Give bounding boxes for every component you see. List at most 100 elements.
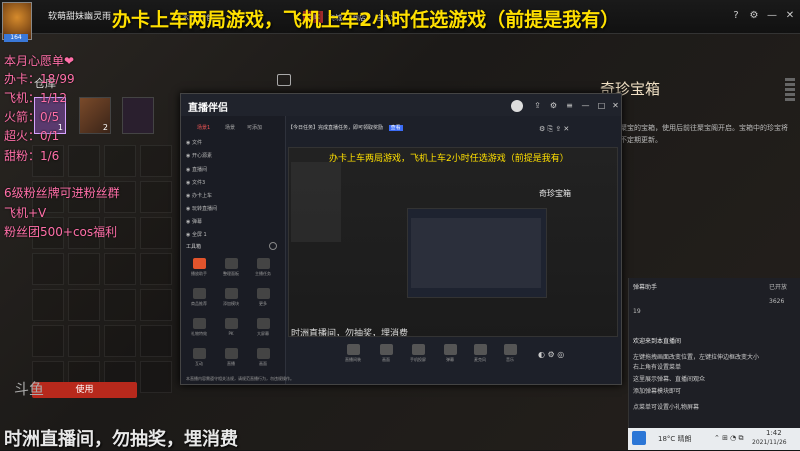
chat-message: 欢迎来到本直播间 (633, 338, 682, 345)
task-icon (256, 258, 270, 269)
settings-icon[interactable]: ⚙ (549, 101, 558, 110)
stream-preview[interactable]: 办卡上车两局游戏，飞机上车2小时任选游戏（前提是我有） 奇珍宝箱 时洲直播间，勿… (288, 147, 618, 337)
source-row[interactable]: ◉ 弹幕 (186, 217, 281, 227)
empty-slot[interactable] (68, 145, 100, 177)
cos-welfare-note: 粉丝团500+cos福利 (4, 225, 118, 239)
stream-subtitle: 时洲直播间，勿抽奖，埋消费 (4, 429, 238, 450)
tab-addable[interactable]: 可添加 (247, 124, 262, 131)
source-row[interactable]: ◉ 全屏 1 (186, 230, 281, 240)
notice-button[interactable]: 查看 (388, 125, 403, 131)
taskbar: 18°C 晴朗 ⌃ ⊞ ◔ ⧉ 1:42 2021/11/26 (628, 428, 800, 450)
source-row[interactable]: ◉ 玩转直播间 (186, 204, 281, 214)
empty-slot[interactable] (32, 253, 64, 285)
empty-slot[interactable] (68, 325, 100, 357)
like-count: 3626 (769, 298, 785, 305)
bottom-toolbar: 直播间装 画面 手机投屏 弹幕 麦克风 音乐 ◐ ⚙ ◎ (288, 344, 618, 370)
play-helper-icon (192, 258, 206, 269)
app-titlebar: 直播伴侣 ⇪ ⚙ ≡ — □ ✕ (181, 94, 621, 116)
fan-group-note: 6级粉丝牌可进粉丝群 (4, 186, 120, 200)
chat-message: 点菜单可设置小礼物屏幕 (633, 404, 700, 411)
source-label: 全屏 1 (191, 232, 207, 238)
source-row[interactable]: ◉ 开心源素 (186, 151, 281, 161)
plane-vip-note: 飞机+V (4, 206, 47, 220)
tool-button[interactable]: 直播间装 (343, 344, 363, 368)
empty-slot[interactable] (32, 325, 64, 357)
empty-slot[interactable] (140, 361, 172, 393)
tool-button[interactable]: 更多 (253, 288, 273, 312)
source-row[interactable]: ◉ 直播间 (186, 165, 281, 175)
empty-slot[interactable] (140, 289, 172, 321)
tool-button[interactable]: 大屏幕 (253, 318, 273, 342)
tool-button[interactable]: 互动 (189, 348, 209, 372)
volume-controls[interactable]: ◐ ⚙ ◎ (538, 350, 564, 359)
close-icon[interactable]: ✕ (784, 10, 796, 22)
tool-button[interactable]: 画面 (376, 344, 396, 368)
use-button[interactable]: 使用 (32, 382, 137, 398)
help-icon[interactable]: ? (730, 10, 742, 22)
source-row[interactable]: ◉ 文件 (186, 138, 281, 148)
empty-slot[interactable] (140, 325, 172, 357)
empty-slot[interactable] (140, 253, 172, 285)
menu-icon[interactable]: ≡ (565, 101, 574, 110)
maximize-icon[interactable]: □ (597, 101, 606, 110)
empty-slot[interactable] (68, 289, 100, 321)
tool-button[interactable]: 添加模块 (221, 288, 241, 312)
tool-button[interactable]: 整理面板 (221, 258, 241, 282)
source-row[interactable]: ◉ 文件3 (186, 178, 281, 188)
tray-icons[interactable]: ⌃ ⊞ ◔ ⧉ (714, 434, 744, 443)
empty-slot[interactable] (104, 145, 136, 177)
tool-button[interactable]: 麦克风 (470, 344, 490, 368)
share-icon[interactable]: ⇪ (533, 101, 542, 110)
source-label: 玩转直播间 (191, 206, 217, 212)
chat-title: 弹幕助手 (633, 284, 658, 291)
empty-slot[interactable] (140, 181, 172, 213)
empty-slot[interactable] (140, 217, 172, 249)
minimize-icon[interactable]: — (766, 10, 778, 22)
phone-cast-icon (411, 344, 425, 355)
preview-tools: ⚙ ⎘ ⇪ ✕ (539, 125, 570, 133)
tool-button[interactable]: 礼物特效 (189, 318, 209, 342)
tool-button[interactable]: 主播任务 (253, 258, 273, 282)
chat-panel: 弹幕助手 已开放 3626 19 欢迎来到本直播间 左键拖拽画面改变位置，左键拉… (628, 278, 800, 428)
treasure-box-description: 聚宝的宝箱，使用后前往聚宝阁开启。宝箱中的珍宝将不定期更新。 (620, 124, 788, 144)
collapse-icon[interactable] (269, 242, 277, 250)
minimize-icon[interactable]: — (581, 101, 590, 110)
empty-slot[interactable] (104, 325, 136, 357)
empty-slot[interactable] (68, 253, 100, 285)
tool-button[interactable]: 手机投屏 (408, 344, 428, 368)
chat-status[interactable]: 已开放 (769, 282, 787, 291)
footer-notice: 本直播内容需遵守相关法规，请规范直播行为，勿违规操作。 (186, 376, 294, 381)
tool-button[interactable]: 弹幕 (440, 344, 460, 368)
screen-icon (379, 344, 393, 355)
player-name: 软萌甜妹幽灵雨 (48, 12, 112, 22)
tools-title: 工具箱 (186, 244, 202, 250)
settings-icon[interactable]: ⚙ (748, 10, 760, 22)
tool-button[interactable]: 音乐 (500, 344, 520, 368)
tool-button[interactable]: PK (221, 318, 241, 342)
empty-slot[interactable] (32, 289, 64, 321)
nested-preview (411, 218, 541, 288)
source-label: 开心源素 (191, 153, 212, 159)
more-icon (256, 288, 270, 299)
decoration-icon (346, 344, 360, 355)
tool-button[interactable]: 播放助手 (189, 258, 209, 282)
empty-slot[interactable] (104, 253, 136, 285)
preview-ticker: 办卡上车两局游戏，飞机上车2小时任选游戏（前提是我有） (329, 154, 569, 164)
tool-button[interactable]: 直播 (221, 348, 241, 372)
tab-scene-1[interactable]: 场景1 (197, 124, 210, 131)
inventory-slot[interactable] (122, 97, 154, 134)
tool-button[interactable]: 商品推荐 (189, 288, 209, 312)
side-grip[interactable] (785, 78, 795, 118)
source-row[interactable]: ◉ 办卡上车 (186, 191, 281, 201)
empty-slot[interactable] (140, 145, 172, 177)
user-avatar[interactable] (511, 100, 523, 112)
app-icon[interactable] (632, 431, 646, 445)
close-icon[interactable]: ✕ (611, 101, 620, 110)
refresh-icon[interactable] (277, 74, 291, 86)
tool-button[interactable]: 画面 (253, 348, 273, 372)
inventory-slot[interactable]: 2 (79, 97, 111, 134)
danmaku-icon (443, 344, 457, 355)
tab-scene[interactable]: 场景 (225, 124, 235, 131)
live-icon (224, 348, 238, 359)
empty-slot[interactable] (104, 289, 136, 321)
